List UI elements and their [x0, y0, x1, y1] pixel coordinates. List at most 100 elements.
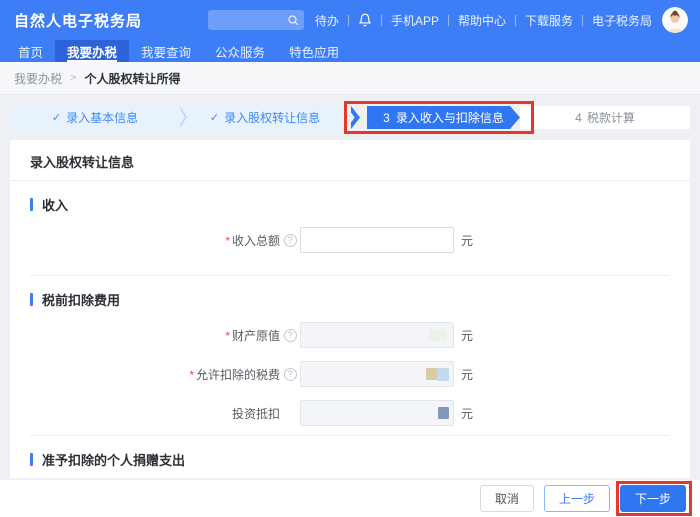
nav-item-public-service[interactable]: 公众服务: [203, 40, 277, 62]
divider: [448, 15, 449, 26]
step-4-tax-calc: 4 税款计算: [520, 106, 690, 129]
nav-item-label: 首页: [18, 42, 43, 61]
input-wrap: [300, 227, 454, 253]
section-divider: [30, 275, 670, 276]
total-income-input[interactable]: [300, 227, 454, 253]
nav-item-label: 特色应用: [289, 42, 339, 61]
step-number: 4: [575, 111, 582, 125]
help-slot: ?: [280, 234, 300, 247]
step-3-income-deduction: 3 录入收入与扣除信息: [350, 106, 520, 129]
search-box[interactable]: [208, 10, 304, 30]
step-2-transfer-info: ✓ 录入股权转让信息: [180, 106, 350, 129]
step-label: 录入股权转让信息: [224, 109, 320, 126]
nav-item-label: 我要查询: [141, 42, 191, 61]
top-links: 待办 手机APP 帮助中心 下载服务 电子税务局: [315, 12, 652, 29]
section-title: 税前扣除费用: [42, 290, 120, 309]
step-number: 3: [383, 111, 390, 125]
next-step-button[interactable]: 下一步: [620, 485, 686, 512]
unit-label: 元: [461, 232, 473, 249]
download-link[interactable]: 下载服务: [525, 12, 573, 29]
input-wrap: [300, 361, 454, 387]
input-highlight-marker: [429, 329, 447, 341]
search-icon[interactable]: [287, 14, 299, 26]
breadcrumb-current: 个人股权转让所得: [84, 70, 180, 87]
required-mark: *: [225, 329, 230, 343]
section-donation: 准予扣除的个人捐赠支出: [30, 450, 670, 469]
form-card: 录入股权转让信息 收入 *收入总额 ? 元 税前扣除费用 *财产原值: [10, 140, 690, 478]
required-mark: *: [225, 234, 230, 248]
field-label-text: 财产原值: [232, 329, 280, 343]
divider: [381, 15, 382, 26]
help-icon[interactable]: ?: [284, 368, 297, 381]
field-label-text: 允许扣除的税费: [196, 368, 280, 382]
avatar[interactable]: [662, 7, 688, 33]
breadcrumb-separator: >: [70, 72, 76, 84]
unit-label: 元: [461, 327, 473, 344]
step-arrow-body: 3 录入收入与扣除信息: [367, 106, 520, 129]
unit-label: 元: [461, 366, 473, 383]
prev-step-button[interactable]: 上一步: [544, 485, 610, 512]
next-step-wrap: 下一步: [620, 485, 686, 512]
section-accent-bar: [30, 453, 33, 466]
required-mark: *: [189, 368, 194, 382]
help-center-link[interactable]: 帮助中心: [458, 12, 506, 29]
footer-action-bar: 取消 上一步 下一步: [0, 480, 700, 517]
field-label-text: 收入总额: [232, 234, 280, 248]
mobile-app-link[interactable]: 手机APP: [391, 12, 439, 29]
input-highlight-marker: [438, 407, 449, 419]
search-input[interactable]: [213, 14, 287, 26]
section-divider: [30, 435, 670, 436]
etax-link[interactable]: 电子税务局: [592, 12, 652, 29]
help-slot: ?: [280, 329, 300, 342]
help-icon[interactable]: ?: [284, 329, 297, 342]
section-accent-bar: [30, 293, 33, 306]
section-title: 收入: [42, 195, 68, 214]
step-label: 录入基本信息: [66, 109, 138, 126]
field-label-text: 投资抵扣: [232, 407, 280, 421]
card-title: 录入股权转让信息: [10, 140, 690, 181]
section-deduction: 税前扣除费用: [30, 290, 670, 309]
input-wrap: [300, 400, 454, 426]
check-icon: ✓: [210, 111, 219, 124]
field-label: *财产原值: [10, 327, 280, 344]
top-header: 自然人电子税务局 待办 手机APP 帮助中心 下载服务 电子税务局: [0, 0, 700, 40]
section-accent-bar: [30, 198, 33, 211]
field-label: 投资抵扣: [10, 405, 280, 422]
field-row-investment-offset: 投资抵扣 元: [10, 400, 690, 426]
section-title: 准予扣除的个人捐赠支出: [42, 450, 185, 469]
nav-item-featured-apps[interactable]: 特色应用: [277, 40, 351, 62]
bell-icon[interactable]: [358, 13, 372, 27]
investment-offset-input: [300, 400, 454, 426]
step-1-basic-info: ✓ 录入基本信息: [10, 106, 180, 129]
help-slot: ?: [280, 368, 300, 381]
field-label: *允许扣除的税费: [10, 366, 280, 383]
divider: [515, 15, 516, 26]
divider: [582, 15, 583, 26]
todo-link[interactable]: 待办: [315, 12, 339, 29]
divider: [348, 15, 349, 26]
nav-item-tax-filing[interactable]: 我要办税: [55, 40, 129, 62]
page: 自然人电子税务局 待办 手机APP 帮助中心 下载服务 电子税务局: [0, 0, 700, 517]
input-wrap: [300, 322, 454, 348]
nav-item-label: 我要办税: [67, 42, 117, 61]
field-row-property-original-value: *财产原值 ? 元: [10, 322, 690, 348]
nav-item-label: 公众服务: [215, 42, 265, 61]
cancel-button[interactable]: 取消: [480, 485, 534, 512]
input-highlight-marker: [426, 368, 437, 380]
breadcrumb-parent[interactable]: 我要办税: [14, 70, 62, 87]
field-label: *收入总额: [10, 232, 280, 249]
nav-item-home[interactable]: 首页: [6, 40, 55, 62]
input-highlight-marker: [437, 368, 449, 381]
section-income: 收入: [30, 195, 670, 214]
breadcrumb: 我要办税 > 个人股权转让所得: [0, 62, 700, 95]
unit-label: 元: [461, 405, 473, 422]
step-label: 录入收入与扣除信息: [396, 109, 504, 126]
main-nav: 首页 我要办税 我要查询 公众服务 特色应用: [0, 40, 700, 62]
help-icon[interactable]: ?: [284, 234, 297, 247]
app-logo: 自然人电子税务局: [14, 10, 142, 31]
field-row-total-income: *收入总额 ? 元: [10, 227, 690, 253]
check-icon: ✓: [52, 111, 61, 124]
nav-item-query[interactable]: 我要查询: [129, 40, 203, 62]
field-row-deductible-taxes: *允许扣除的税费 ? 元: [10, 361, 690, 387]
step-indicator: ✓ 录入基本信息 ✓ 录入股权转让信息 3 录入收入与扣除信息 4 税款计算: [10, 106, 690, 129]
